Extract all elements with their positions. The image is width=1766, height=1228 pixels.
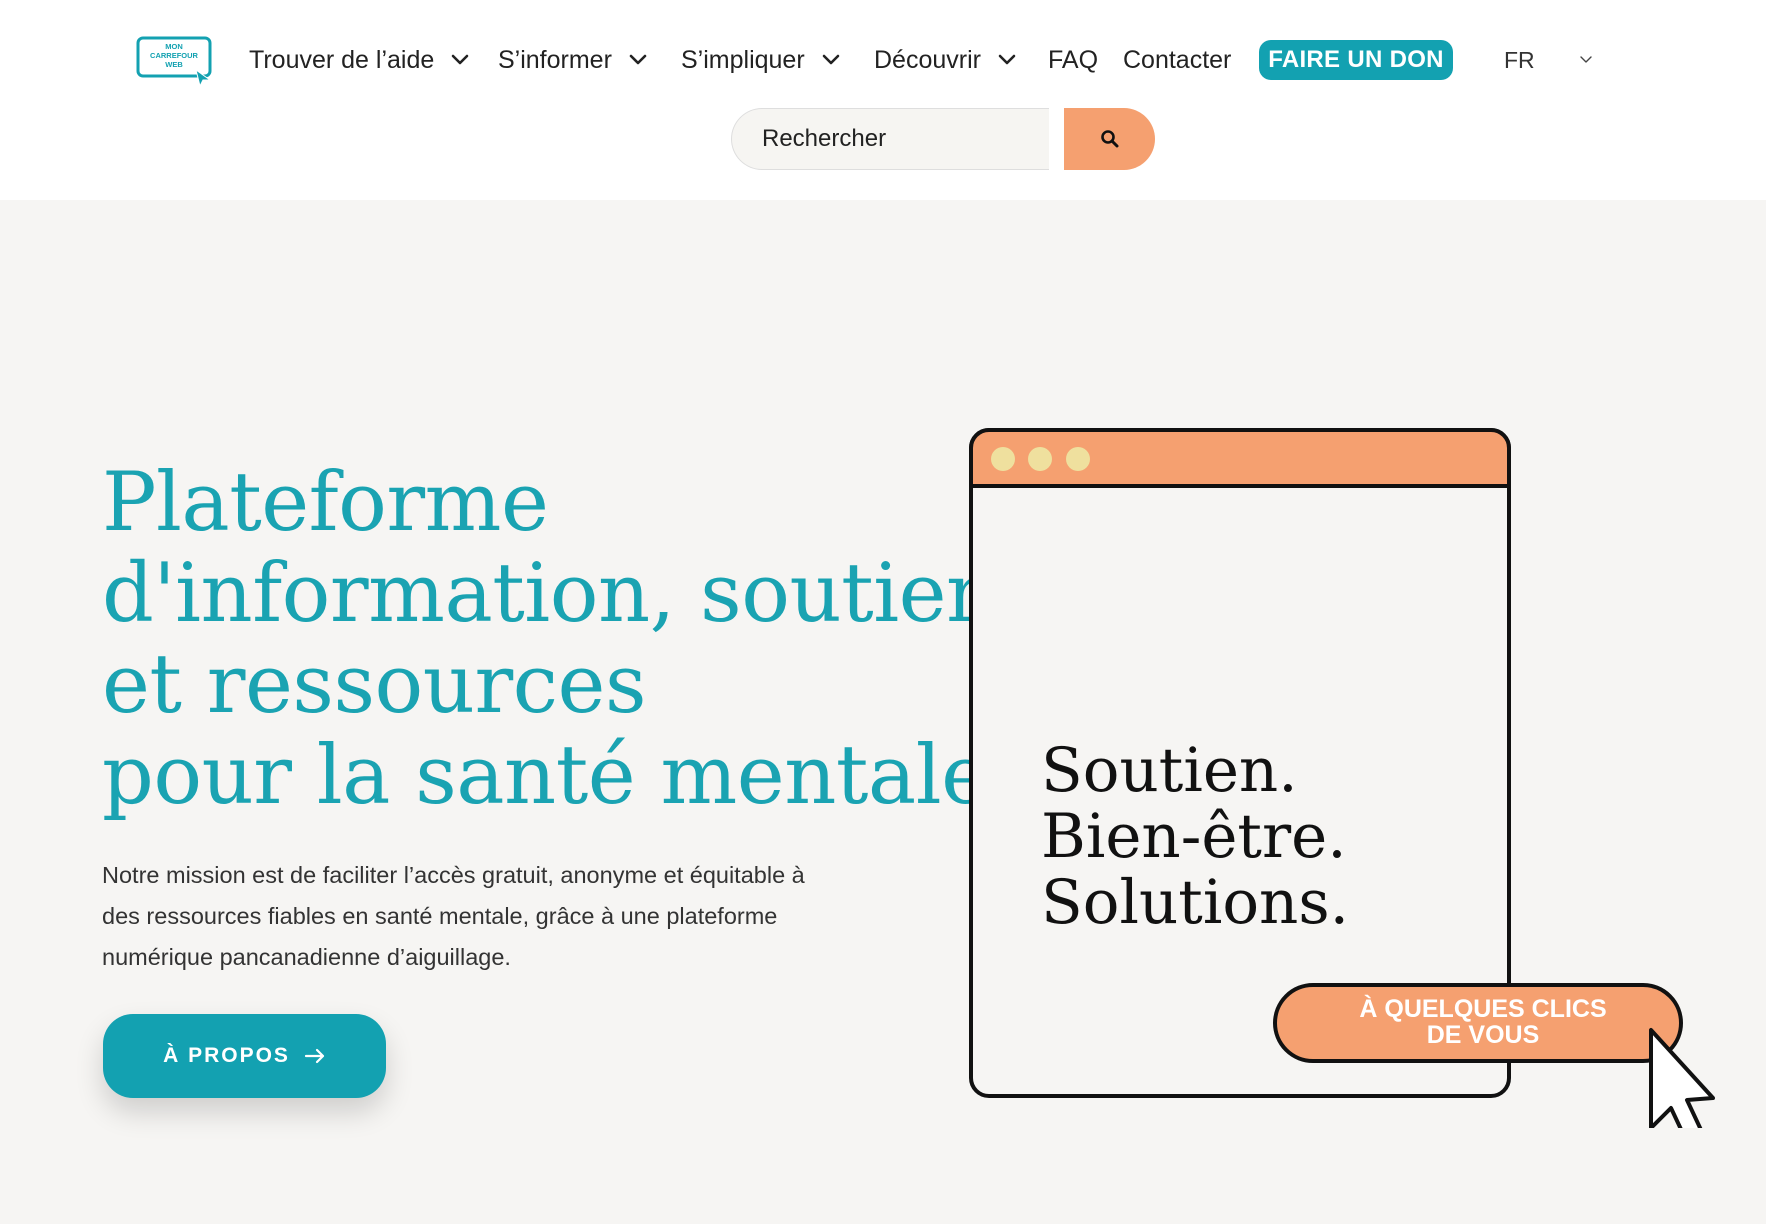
nav-item-label: Trouver de l’aide [249,45,435,74]
hero-title-line: et ressources [102,638,647,732]
nav-item-label: Découvrir [874,45,981,74]
hero-title: Plateforme d'information, soutien et res… [102,456,998,823]
slogan: Soutien. Bien-être. Solutions. [1041,738,1349,936]
search-icon [1100,130,1118,148]
pill-line: DE VOUS [1426,1021,1540,1049]
section-divider [0,1224,1766,1228]
hero-title-line: pour la santé mentale [102,729,989,823]
search-input[interactable] [731,108,1049,170]
donate-button[interactable]: FAIRE UN DON [1259,40,1453,80]
chevron-down-icon [629,54,647,65]
hero-section: Plateforme d'information, soutien et res… [0,200,1766,1228]
window-dot-icon [991,447,1015,471]
search-button[interactable] [1064,108,1155,170]
hero-description: Notre mission est de faciliter l’accès g… [102,862,805,970]
nav-item-trouver-de-laide[interactable]: Trouver de l’aide [249,38,470,82]
search-bar [731,108,1155,170]
nav-item-label: FAQ [1048,45,1099,74]
chevron-down-icon [822,54,839,65]
nav-item-label: S’informer [498,45,612,74]
slogan-line: Solutions. [1041,867,1350,938]
nav-item-faq[interactable]: FAQ [1048,38,1098,82]
nav-item-sinformer[interactable]: S’informer [498,38,648,82]
arrow-right-icon [304,1048,325,1064]
window-dot-icon [1066,447,1090,471]
site-header: MON CARREFOUR WEB Trouver de l’aide S’in… [0,0,1766,200]
language-label: FR [1504,46,1535,73]
nav-item-decouvrir[interactable]: Découvrir [874,38,1017,82]
chevron-down-icon [998,54,1016,65]
hero-title-line: Plateforme [102,456,549,550]
chevron-down-icon[interactable] [1578,52,1594,68]
nav-item-contacter[interactable]: Contacter [1123,38,1231,82]
chevron-down-icon [451,54,469,65]
nav-item-simpliquer[interactable]: S’impliquer [681,38,841,82]
main-nav: Trouver de l’aide S’informer S’impliquer… [0,38,1766,82]
slogan-line: Soutien. [1041,735,1298,806]
nav-item-label: Contacter [1123,45,1232,74]
about-button[interactable]: À PROPOS [103,1014,386,1098]
pill-line: À QUELQUES CLICS [1359,995,1607,1023]
slogan-line: Bien-être. [1041,801,1347,872]
about-button-label: À PROPOS [163,1044,290,1067]
pill-text: À QUELQUES CLICS DE VOUS [1298,996,1668,1048]
language-selector[interactable]: FR [1504,40,1535,80]
window-dot-icon [1028,447,1052,471]
hero-title-line: d'information, soutien [102,547,998,641]
nav-item-label: S’impliquer [681,45,805,74]
